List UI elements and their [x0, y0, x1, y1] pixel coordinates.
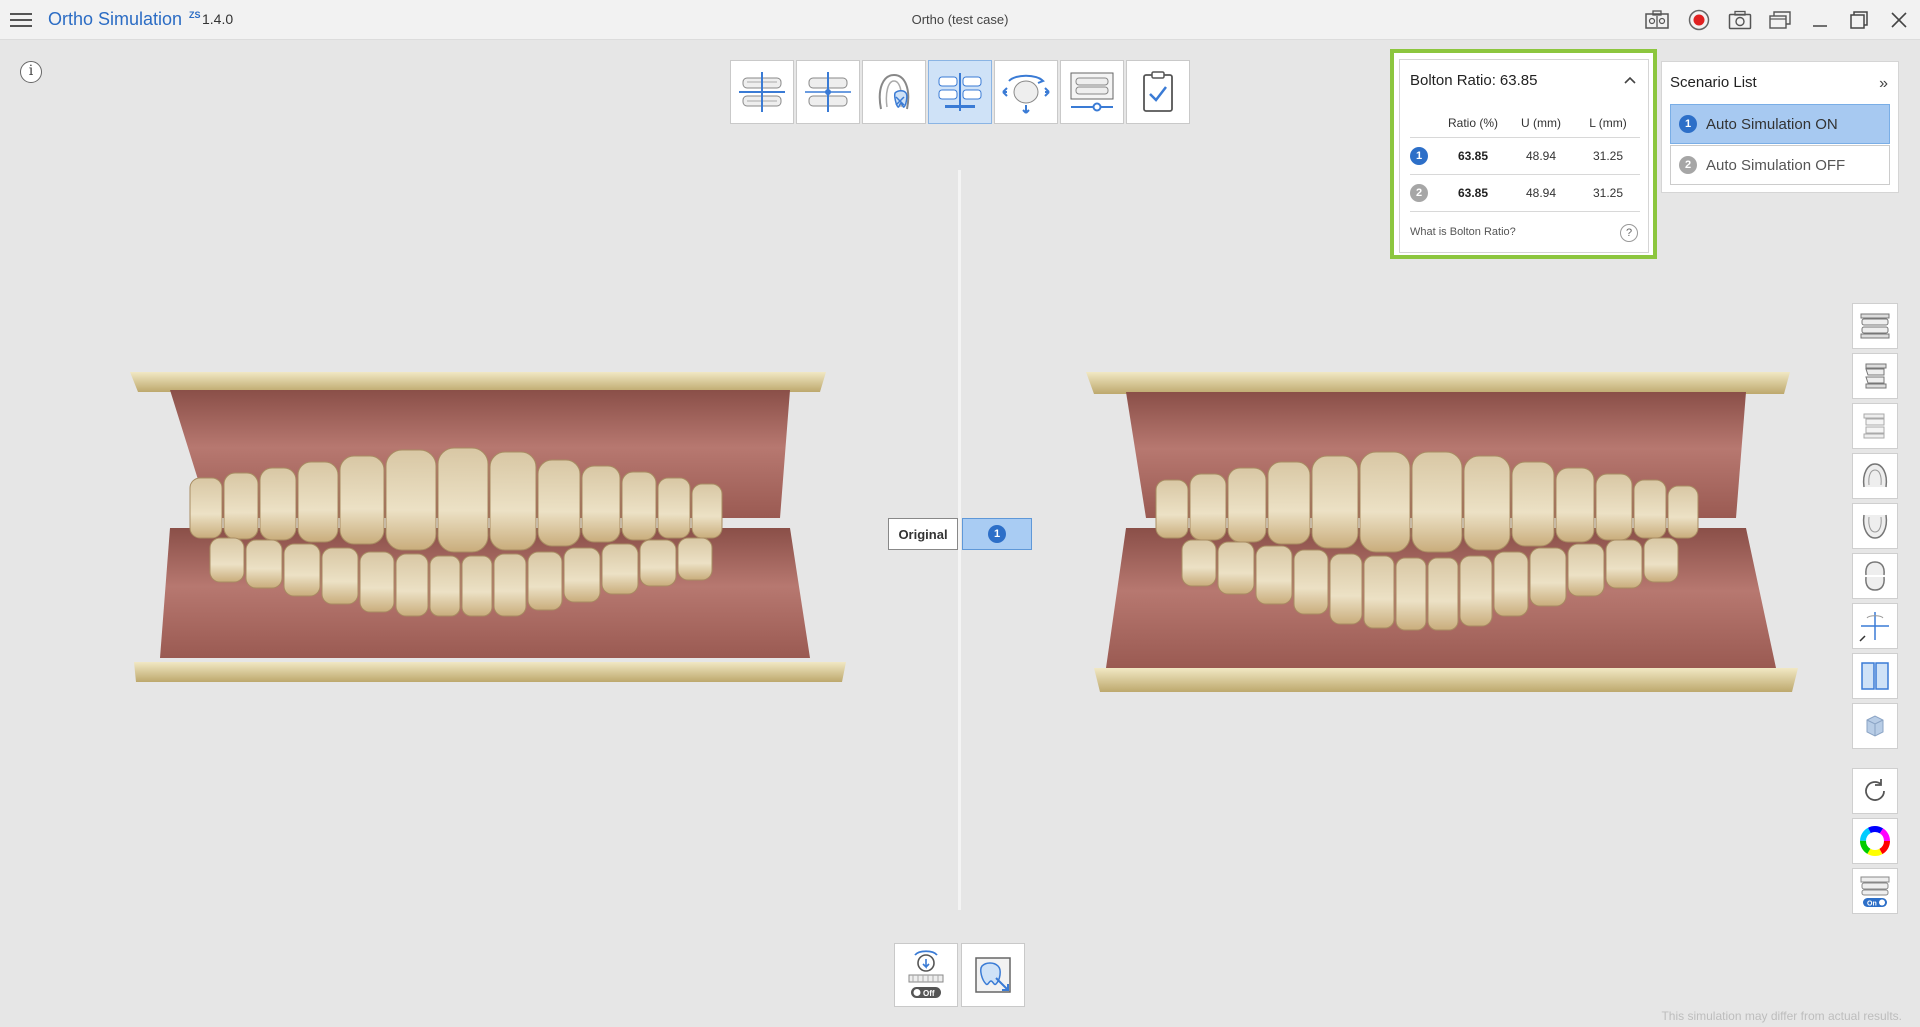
color-wheel-button[interactable] [1852, 818, 1898, 864]
tooth-select-button[interactable] [961, 943, 1025, 1007]
occlusal-view-icon [1865, 561, 1885, 591]
bolton-title-label: Bolton Ratio: [1410, 72, 1496, 89]
main-toolbar [730, 60, 1190, 124]
bolton-compare-tool[interactable] [928, 60, 992, 124]
bolton-compare-icon [938, 73, 982, 111]
toggle-on-label: On [1867, 901, 1877, 908]
info-button[interactable]: i [20, 61, 42, 83]
bolton-help-link[interactable]: What is Bolton Ratio? [1410, 226, 1516, 238]
disclaimer-text: This simulation may differ from actual r… [1661, 1009, 1902, 1023]
simulated-dental-model[interactable] [1086, 368, 1806, 698]
scenario-item-label: Auto Simulation ON [1706, 115, 1838, 133]
left-view-icon [1865, 363, 1887, 389]
split-view-button[interactable] [1852, 653, 1898, 699]
scenario-number-badge: 1 [988, 525, 1006, 543]
row-number-badge: 1 [1410, 147, 1428, 165]
bolton-ratio-panel: Bolton Ratio: 63.85 Ratio (%) U (mm) L (m… [1399, 59, 1649, 253]
cube-view-button[interactable] [1852, 703, 1898, 749]
front-view-button[interactable] [1852, 303, 1898, 349]
midline-tool[interactable] [796, 60, 860, 124]
bolton-table: Ratio (%) U (mm) L (mm) 1 63.85 48.94 31… [1410, 108, 1640, 212]
table-row: 2 63.85 48.94 31.25 [1410, 175, 1640, 212]
window-overlay-icon[interactable] [1767, 8, 1793, 32]
axis-view-icon [1859, 612, 1889, 642]
menu-icon[interactable] [10, 10, 32, 30]
front-view-icon [1860, 313, 1890, 339]
column-header-ratio: Ratio (%) [1447, 115, 1498, 130]
help-icon[interactable]: ? [1620, 224, 1638, 242]
camera-icon[interactable] [1727, 8, 1753, 32]
chevron-up-icon[interactable] [1622, 72, 1638, 88]
ratio-value: 63.85 [1457, 186, 1489, 200]
double-chevron-right-icon[interactable]: » [1879, 75, 1888, 93]
upper-arch-button[interactable] [1852, 453, 1898, 499]
capture-compare-icon[interactable] [1644, 8, 1670, 32]
original-dental-model[interactable] [130, 368, 850, 688]
toggle-off-label: Off [923, 989, 935, 998]
right-view-button[interactable] [1852, 403, 1898, 449]
tooth-exclusion-tool[interactable] [862, 60, 926, 124]
scenario-item-auto-off[interactable]: 2 Auto Simulation OFF [1670, 145, 1890, 185]
midline-icon [805, 72, 851, 112]
reset-rotation-icon [1865, 779, 1885, 801]
ratio-value: 63.85 [1457, 149, 1489, 163]
record-icon[interactable] [1686, 8, 1712, 32]
table-header: Ratio (%) U (mm) L (mm) [1410, 108, 1640, 138]
lower-value: 31.25 [1592, 186, 1624, 200]
lower-arch-button[interactable] [1852, 503, 1898, 549]
scenario-number-badge: 1 [1679, 115, 1697, 133]
title-bar: Ortho Simulation ZS 1.4.0 Ortho (test ca… [0, 0, 1920, 40]
occlusal-view-button[interactable] [1852, 553, 1898, 599]
upper-arch-icon [1862, 463, 1888, 488]
table-row: 1 63.85 48.94 31.25 [1410, 138, 1640, 175]
left-view-button[interactable] [1852, 353, 1898, 399]
split-view-icon [1861, 662, 1889, 690]
scenario-item-auto-on[interactable]: 1 Auto Simulation ON [1670, 104, 1890, 144]
scenario-view-label[interactable]: 1 [962, 518, 1032, 550]
upper-value: 48.94 [1525, 186, 1557, 200]
toggle-on-icon: On [1860, 876, 1890, 908]
scenario-list-title: Scenario List [1670, 74, 1757, 91]
lower-arch-icon [1862, 514, 1888, 539]
bite-alignment-icon [739, 72, 785, 112]
toggle-on-button[interactable]: On [1852, 868, 1898, 914]
scenario-list-panel: Scenario List » 1 Auto Simulation ON 2 A… [1661, 61, 1899, 193]
reset-rotation-button[interactable] [1852, 768, 1898, 814]
close-icon[interactable] [1886, 8, 1912, 32]
bolton-title: Bolton Ratio: 63.85 [1410, 72, 1537, 89]
confirm-checklist-icon [1143, 71, 1173, 112]
motion-off-button[interactable]: Off [894, 943, 958, 1007]
app-version: 1.4.0 [202, 11, 234, 27]
minimize-icon[interactable] [1807, 8, 1833, 32]
cube-view-icon [1866, 715, 1884, 737]
confirm-checklist-tool[interactable] [1126, 60, 1190, 124]
scenario-number-badge: 2 [1679, 156, 1697, 174]
axis-view-button[interactable] [1852, 603, 1898, 649]
motion-off-icon: Off [908, 950, 944, 998]
scenario-item-label: Auto Simulation OFF [1706, 156, 1846, 174]
lower-value: 31.25 [1592, 149, 1624, 163]
view-divider[interactable] [958, 170, 961, 910]
app-badge: ZS [189, 10, 201, 20]
tooth-exclusion-icon [878, 73, 910, 110]
maximize-icon[interactable] [1846, 8, 1872, 32]
column-header-lower: L (mm) [1589, 115, 1627, 130]
app-title: Ortho Simulation [48, 9, 183, 29]
column-header-upper: U (mm) [1521, 115, 1561, 130]
original-view-label[interactable]: Original [888, 518, 958, 550]
color-wheel-icon [1860, 826, 1890, 856]
bite-alignment-tool[interactable] [730, 60, 794, 124]
window-title: Ortho (test case) [911, 12, 1009, 27]
right-view-icon [1863, 413, 1885, 439]
row-number-badge: 2 [1410, 184, 1428, 202]
tooth-select-icon [975, 957, 1011, 993]
upper-value: 48.94 [1525, 149, 1557, 163]
ipr-slider-tool[interactable] [1060, 60, 1124, 124]
rotation-adjust-icon [1002, 74, 1050, 114]
bolton-title-value: 63.85 [1499, 72, 1538, 89]
rotation-adjust-tool[interactable] [994, 60, 1058, 124]
ipr-slider-icon [1070, 72, 1114, 112]
